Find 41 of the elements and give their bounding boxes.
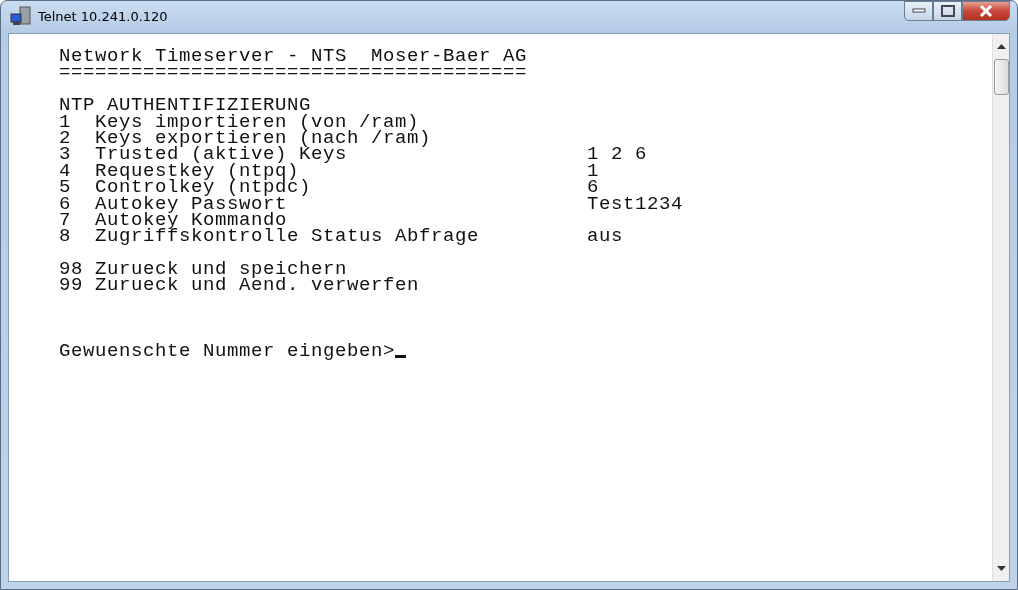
- option-label: Autokey Passwort: [95, 195, 288, 212]
- option-value: Test1234: [587, 195, 683, 212]
- option-number: 1: [59, 113, 72, 130]
- minimize-button[interactable]: [904, 1, 933, 21]
- option-label: Zurueck und speichern: [95, 261, 348, 278]
- option-number: 5: [59, 179, 72, 196]
- option-number: 3: [59, 146, 72, 163]
- scroll-down-icon[interactable]: [996, 566, 1006, 571]
- option-value: 1: [587, 162, 599, 180]
- option-number: 2: [59, 129, 72, 147]
- computer-icon: [10, 6, 32, 26]
- close-button[interactable]: [962, 1, 1010, 21]
- option-label: Zugriffskontrolle Status Abfrage: [95, 228, 481, 245]
- minimize-icon: [911, 8, 926, 14]
- maximize-button[interactable]: [933, 1, 962, 21]
- option-label: Keys importieren (von /ram): [95, 113, 420, 130]
- option-label: Zurueck und Aend. verwerfen: [95, 277, 421, 294]
- maximize-icon: [940, 5, 955, 17]
- separator-line: =======================================: [59, 64, 528, 81]
- section-title: NTP AUTHENTIFIZIERUNG: [59, 97, 312, 114]
- option-number: 8: [59, 228, 72, 245]
- option-value: aus: [587, 228, 623, 245]
- option-label: Requestkey (ntpq): [95, 162, 300, 180]
- option-label: Trusted (aktive) Keys: [95, 146, 348, 163]
- option-value: 6: [587, 179, 599, 196]
- option-number: 4: [59, 162, 72, 180]
- option-value: 1 2 6: [587, 146, 647, 163]
- option-label: Controlkey (ntpdc): [95, 179, 313, 196]
- command-prompt: Gewuenschte Nummer eingeben>: [59, 343, 396, 360]
- terminal-header: Network Timeserver - NTS Moser-Baer AG: [59, 48, 528, 65]
- window-title: Telnet 10.241.0.120: [38, 8, 168, 24]
- option-label: Autokey Kommando: [95, 211, 288, 229]
- option-number: 98: [59, 261, 84, 278]
- text-cursor: [395, 355, 407, 359]
- option-number: 99: [59, 277, 84, 294]
- close-icon: [979, 5, 993, 17]
- scroll-thumb[interactable]: [993, 59, 1009, 95]
- option-number: 6: [59, 195, 72, 212]
- option-number: 7: [59, 211, 72, 229]
- scrollbar[interactable]: [992, 34, 1009, 581]
- scroll-up-icon[interactable]: [996, 44, 1006, 49]
